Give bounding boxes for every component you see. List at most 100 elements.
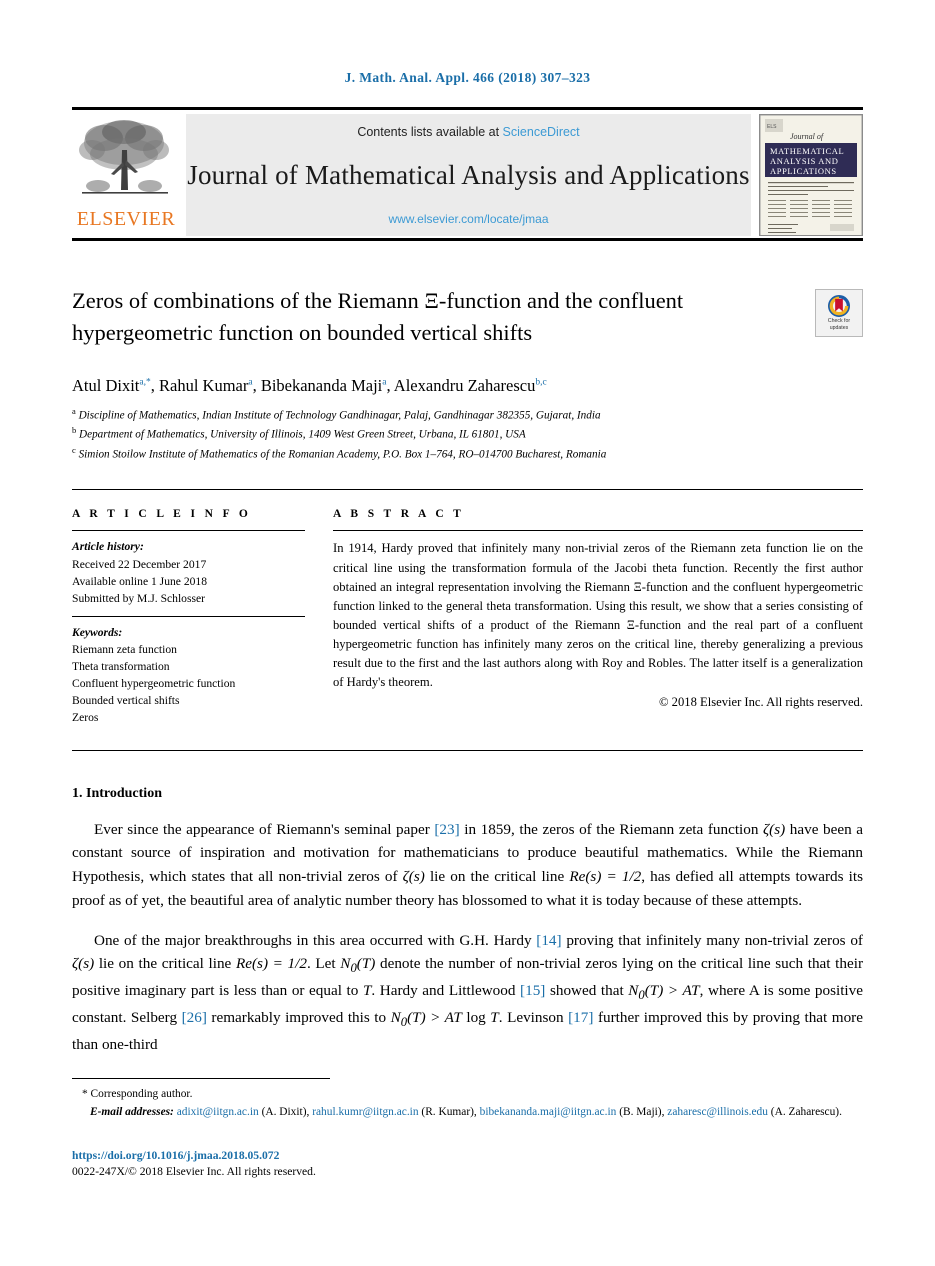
keywords-label: Keywords:: [72, 625, 123, 639]
journal-cover-thumbnail[interactable]: ELS Journal of MATHEMATICAL ANALYSIS AND…: [759, 114, 863, 236]
citation-link[interactable]: [15]: [520, 982, 545, 999]
author-item: Alexandru Zaharescub,c: [394, 376, 547, 395]
email-link[interactable]: adixit@iitgn.ac.in: [177, 1106, 259, 1118]
math-inline: (T): [356, 955, 376, 973]
affiliation-text: Simion Stoilow Institute of Mathematics …: [78, 448, 607, 461]
affiliation-item: c Simion Stoilow Institute of Mathematic…: [72, 444, 863, 464]
email-link[interactable]: zaharesc@illinois.edu: [667, 1106, 768, 1118]
colophon-block: https://doi.org/10.1016/j.jmaa.2018.05.0…: [72, 1148, 863, 1181]
text-run: in 1859, the zeros of the Riemann zeta f…: [459, 820, 764, 838]
math-inline: Re(s) = 1/2: [569, 868, 642, 886]
author-item: Atul Dixita,*: [72, 376, 151, 395]
crossmark-badge[interactable]: Check for updates: [815, 289, 863, 337]
text-run: One of the major breakthroughs in this a…: [94, 931, 537, 949]
journal-cover-image: ELS Journal of MATHEMATICAL ANALYSIS AND…: [760, 115, 862, 235]
email-person: (B. Maji): [619, 1106, 662, 1119]
keywords-rule: [72, 615, 305, 617]
journal-url-link[interactable]: www.elsevier.com/locate/jmaa: [388, 212, 548, 226]
citation-link[interactable]: [17]: [568, 1009, 593, 1026]
article-info-column: A R T I C L E I N F O Article history: R…: [72, 508, 333, 725]
abstract-column: A B S T R A C T In 1914, Hardy proved th…: [333, 508, 863, 725]
doi-link[interactable]: https://doi.org/10.1016/j.jmaa.2018.05.0…: [72, 1148, 863, 1164]
author-item: Rahul Kumara: [159, 376, 253, 395]
page-content: J. Math. Anal. Appl. 466 (2018) 307–323: [72, 0, 863, 1056]
history-item: Received 22 December 2017: [72, 557, 207, 571]
affiliation-list: a Discipline of Mathematics, Indian Inst…: [72, 405, 863, 464]
svg-text:ELS: ELS: [767, 124, 777, 130]
crossmark-line2: updates: [829, 324, 849, 331]
affiliation-item: a Discipline of Mathematics, Indian Inst…: [72, 405, 863, 425]
affiliation-text: Discipline of Mathematics, Indian Instit…: [78, 409, 601, 422]
journal-masthead: ELSEVIER Contents lists available at Sci…: [72, 110, 863, 236]
body-top-rule: [72, 749, 863, 751]
abstract-heading: A B S T R A C T: [333, 508, 465, 521]
article-history: Article history: Received 22 December 20…: [72, 538, 305, 606]
info-section-top-rule: [72, 489, 863, 491]
email-link[interactable]: rahul.kumr@iitgn.ac.in: [312, 1106, 418, 1118]
math-inline: ζ(s): [72, 955, 95, 973]
keywords-block: Keywords: Riemann zeta function Theta tr…: [72, 624, 305, 726]
text-run: remarkably improved this to: [206, 1008, 391, 1026]
masthead-bottom-rule: [72, 238, 863, 241]
keyword-item: Zeros: [72, 710, 99, 724]
keyword-item: Confluent hypergeometric function: [72, 676, 236, 690]
affiliation-item: b Department of Mathematics, University …: [72, 424, 863, 444]
crossmark-icon: [828, 295, 850, 317]
email-person: (A. Dixit): [261, 1106, 307, 1119]
text-run: lie on the critical line: [424, 868, 570, 886]
email-link[interactable]: bibekananda.maji@iitgn.ac.in: [480, 1106, 617, 1118]
email-label: E-mail addresses:: [90, 1106, 174, 1119]
keyword-item: Theta transformation: [72, 659, 170, 673]
citation-link[interactable]: [26]: [182, 1009, 207, 1026]
math-inline: (T) > AT: [644, 982, 700, 1000]
svg-text:MATHEMATICAL: MATHEMATICAL: [770, 146, 844, 156]
author-name: Atul Dixit: [72, 375, 140, 395]
section-heading-introduction: 1. Introduction: [72, 785, 162, 801]
math-inline: ζ(s): [402, 868, 425, 886]
affiliation-marker: c: [72, 444, 76, 455]
abstract-copyright: © 2018 Elsevier Inc. All rights reserved…: [658, 694, 863, 709]
article-info-rule: [72, 530, 305, 532]
email-addresses-note: E-mail addresses: adixit@iitgn.ac.in (A.…: [72, 1104, 863, 1121]
text-run: lie on the critical line: [94, 955, 236, 973]
issn-copyright-line: 0022-247X/© 2018 Elsevier Inc. All right…: [72, 1165, 316, 1179]
info-abstract-row: A R T I C L E I N F O Article history: R…: [72, 508, 863, 725]
text-run: log: [461, 1008, 491, 1026]
math-inline: Re(s) = 1/2: [235, 955, 307, 973]
paragraph-1: Ever since the appearance of Riemann's s…: [72, 818, 863, 913]
keyword-item: Bounded vertical shifts: [72, 693, 180, 707]
footnote-separator: [72, 1078, 330, 1079]
journal-banner: Contents lists available at ScienceDirec…: [186, 114, 751, 236]
text-run: Ever since the appearance of Riemann's s…: [94, 820, 435, 838]
author-list: Atul Dixita,*, Rahul Kumara, Bibekananda…: [72, 375, 547, 395]
author-name: Bibekananda Maji: [260, 375, 383, 395]
citation-link[interactable]: [14]: [536, 932, 561, 949]
journal-title: Journal of Mathematical Analysis and App…: [187, 160, 750, 190]
contents-prefix: Contents lists available at: [357, 125, 503, 139]
author-item: Bibekananda Majia: [261, 376, 387, 395]
author-affil-marks[interactable]: a: [382, 377, 386, 387]
history-item: Available online 1 June 2018: [72, 574, 208, 588]
affiliation-marker: a: [72, 405, 76, 416]
history-item: Submitted by M.J. Schlosser: [72, 591, 206, 605]
author-name: Alexandru Zaharescu: [393, 375, 536, 395]
text-run: . Hardy and Littlewood: [371, 982, 521, 1000]
math-inline: (T) > AT: [407, 1008, 462, 1026]
svg-text:APPLICATIONS: APPLICATIONS: [770, 166, 837, 176]
contents-line: Contents lists available at ScienceDirec…: [357, 125, 579, 139]
author-affil-marks[interactable]: a,*: [139, 377, 150, 387]
affiliation-marker: b: [72, 425, 77, 436]
paragraph-2: One of the major breakthroughs in this a…: [72, 929, 863, 1057]
abstract-text: In 1914, Hardy proved that infinitely ma…: [333, 541, 863, 690]
footnote-block: * Corresponding author. E-mail addresses…: [72, 1086, 863, 1121]
math-inline: ζ(s): [763, 820, 786, 838]
sciencedirect-link[interactable]: ScienceDirect: [503, 125, 580, 139]
author-affil-marks[interactable]: b,c: [535, 377, 546, 387]
page-title: Zeros of combinations of the Riemann Ξ-f…: [72, 288, 684, 345]
abstract-rule: [333, 530, 863, 532]
math-inline: N: [390, 1008, 401, 1026]
author-affil-marks[interactable]: a: [248, 377, 252, 387]
citation-link[interactable]: [23]: [434, 821, 459, 838]
crossmark-line1: Check for: [827, 318, 851, 324]
email-person: (A. Zaharescu).: [770, 1106, 842, 1119]
